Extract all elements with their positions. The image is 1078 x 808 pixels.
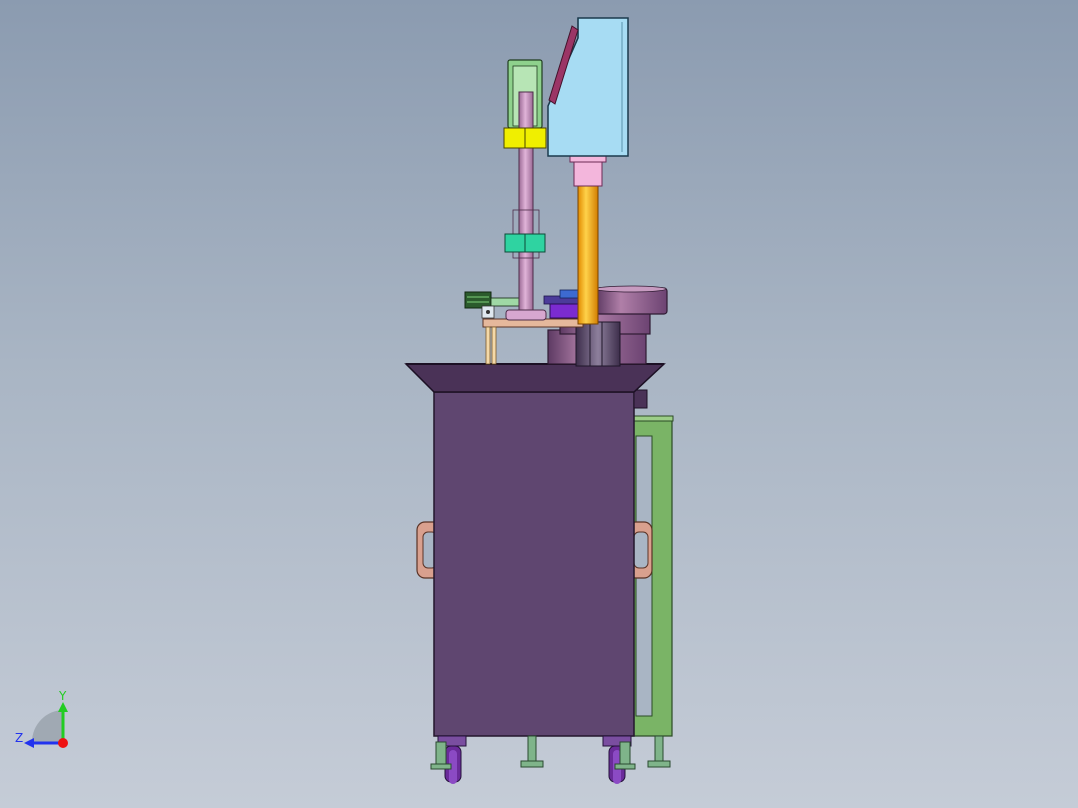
cad-viewport[interactable]: Y Z [0, 0, 1078, 808]
z-axis-arrow-icon [24, 738, 34, 748]
center-posts [575, 321, 621, 367]
z-axis-label: Z [15, 731, 23, 745]
y-axis-label: Y [58, 689, 67, 703]
side-latch [633, 389, 648, 409]
tray-top [404, 363, 666, 393]
guard-window [547, 17, 629, 157]
axis-triad: Y Z [10, 684, 82, 756]
right-caster [602, 735, 636, 784]
machine-model [404, 17, 674, 784]
leveling-feet [520, 735, 671, 768]
rotation-arc-icon [32, 710, 64, 742]
cabinet-body [433, 391, 635, 737]
y-axis-arrow-icon [58, 702, 68, 712]
motor-cap [507, 59, 543, 129]
x-axis-dot-icon [58, 738, 68, 748]
left-caster [430, 735, 467, 784]
